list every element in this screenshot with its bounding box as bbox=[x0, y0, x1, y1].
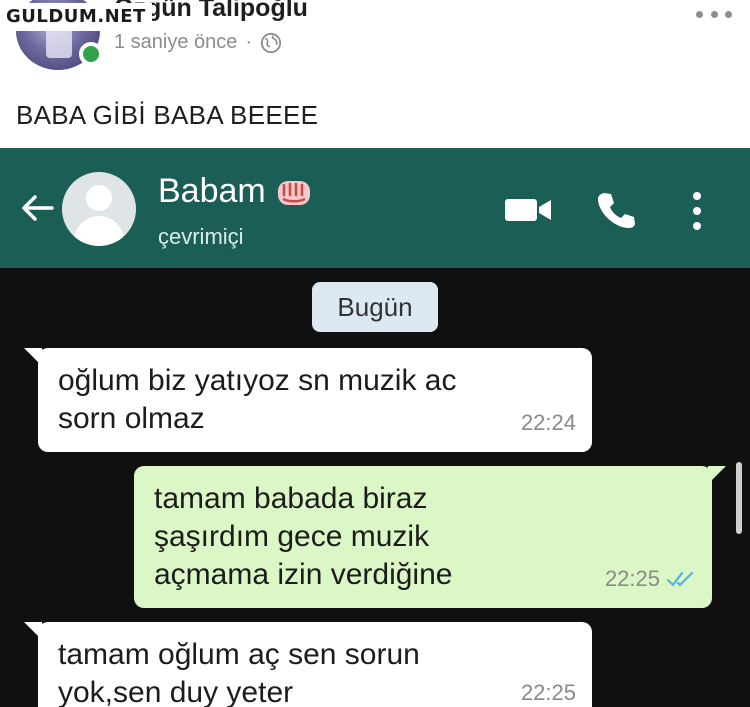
bubble-tail bbox=[708, 466, 726, 484]
message-incoming[interactable]: oğlum biz yatıyoz sn muzik ac sorn olmaz… bbox=[24, 348, 592, 452]
menu-icon[interactable] bbox=[690, 192, 704, 230]
watermark: GULDUM.NET bbox=[0, 3, 152, 31]
contact-avatar[interactable] bbox=[62, 172, 136, 246]
message-time: 22:25 bbox=[605, 560, 696, 598]
bubble-tail bbox=[24, 622, 42, 640]
bubble-tail bbox=[24, 348, 42, 366]
online-indicator bbox=[79, 42, 103, 66]
date-separator: Bugün bbox=[312, 282, 438, 332]
message-text: tamam babada biraz şaşırdım gece muzik a… bbox=[154, 482, 453, 591]
meta-separator: · bbox=[245, 31, 253, 53]
post-text: BABA GİBİ BABA BEEEE bbox=[16, 100, 319, 130]
post-time[interactable]: 1 saniye önce bbox=[114, 31, 237, 54]
globe-icon bbox=[261, 32, 282, 53]
chat-header: Babam çevrimiçi bbox=[0, 148, 750, 268]
phone-call-icon[interactable] bbox=[596, 190, 636, 230]
post-meta: 1 saniye önce · bbox=[114, 31, 282, 54]
back-arrow-icon[interactable] bbox=[20, 194, 54, 222]
message-text: tamam oğlum aç sen sorun yok,sen duy yet… bbox=[58, 638, 420, 707]
contact-name-text: Babam bbox=[158, 172, 266, 210]
fist-emoji-icon bbox=[277, 180, 310, 205]
message-incoming[interactable]: tamam oğlum aç sen sorun yok,sen duy yet… bbox=[24, 622, 592, 707]
video-call-icon[interactable] bbox=[504, 196, 552, 224]
message-outgoing[interactable]: tamam babada biraz şaşırdım gece muzik a… bbox=[134, 466, 726, 608]
double-check-icon bbox=[666, 571, 694, 587]
facebook-post-header: Özgün Talipoğlu GULDUM.NET 1 saniye önce… bbox=[0, 0, 750, 148]
more-options-icon[interactable] bbox=[696, 4, 732, 24]
contact-status: çevrimiçi bbox=[158, 224, 244, 249]
message-time: 22:24 bbox=[520, 410, 576, 435]
whatsapp-chat-screenshot: Babam çevrimiçi Bugün oğlum biz yatıyoz … bbox=[0, 148, 750, 707]
message-time: 22:25 bbox=[520, 680, 576, 705]
message-text: oğlum biz yatıyoz sn muzik ac sorn olmaz bbox=[58, 364, 457, 435]
contact-name[interactable]: Babam bbox=[158, 172, 314, 211]
scrollbar[interactable] bbox=[736, 462, 742, 534]
